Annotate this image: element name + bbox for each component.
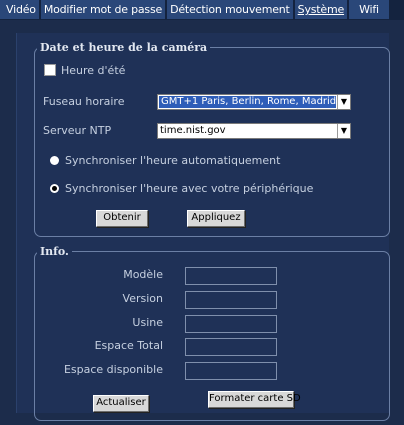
free-space-label: Espace disponible [63,363,163,376]
sync-auto-label: Synchroniser l'heure automatiquement [65,154,281,167]
datetime-group: Date et heure de la caméra Heure d'été F… [34,41,390,237]
sync-device-radio[interactable] [50,184,59,193]
dst-checkbox[interactable] [44,64,56,76]
model-label: Modèle [123,268,163,281]
chevron-down-icon[interactable]: ▼ [337,124,350,138]
tab-motion-detection[interactable]: Détection mouvement [167,0,293,19]
sync-auto-option[interactable]: Synchroniser l'heure automatiquement [50,154,280,167]
tab-wifi[interactable]: Wifi [349,0,389,19]
dst-row: Heure d'été [44,64,125,77]
ntp-server-value: time.nist.gov [160,125,226,136]
total-space-label: Espace Total [94,339,163,352]
refresh-button[interactable]: Actualiser [93,395,149,412]
total-space-value [185,338,277,356]
tab-video[interactable]: Vidéo [0,0,39,19]
sync-auto-radio[interactable] [50,156,59,165]
timezone-value: GMT+1 Paris, Berlin, Rome, Madrid; [159,96,336,108]
model-value [185,267,277,285]
free-space-value [185,362,277,380]
info-legend: Info. [40,245,69,258]
version-value [185,291,277,309]
ntp-server-select[interactable]: time.nist.gov ▼ [157,123,351,139]
ntp-label: Serveur NTP [43,124,112,137]
format-sd-button[interactable]: Formater carte SD [208,391,301,408]
sync-device-option[interactable]: Synchroniser l'heure avec votre périphér… [50,182,313,195]
info-group: Info. Modèle Version Usine Espace Total … [34,245,390,421]
dst-label: Heure d'été [61,64,126,77]
sync-device-label: Synchroniser l'heure avec votre périphér… [65,182,314,195]
chevron-down-icon[interactable]: ▼ [337,95,350,109]
factory-label: Usine [132,316,163,329]
tab-change-password[interactable]: Modifier mot de passe [40,0,166,19]
settings-panel: Date et heure de la caméra Heure d'été F… [16,33,390,421]
factory-value [185,315,277,333]
apply-button[interactable]: Appliquez [187,210,245,227]
get-time-button[interactable]: Obtenir [96,210,148,227]
timezone-select[interactable]: GMT+1 Paris, Berlin, Rome, Madrid; ▼ [157,94,351,110]
version-label: Version [122,292,163,305]
tab-bar: Vidéo Modifier mot de passe Détection mo… [0,0,404,20]
datetime-legend: Date et heure de la caméra [40,41,208,54]
tab-system[interactable]: Système [294,0,348,19]
timezone-label: Fuseau horaire [43,95,125,108]
